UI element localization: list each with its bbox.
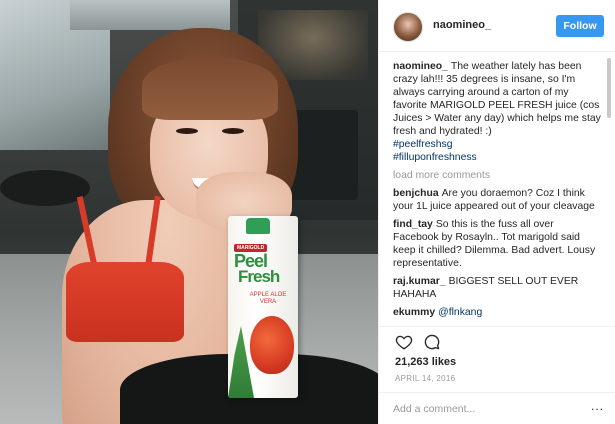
comment-item: benjchua Are you doraemon? Coz I think yo… (393, 187, 601, 213)
caption-username[interactable]: naomineo_ (393, 61, 448, 72)
heart-icon[interactable] (395, 333, 413, 351)
post-date: APRIL 14, 2016 (395, 374, 456, 383)
carton-cap (246, 218, 270, 234)
comment-item: raj.kumar_ BIGGEST SELL OUT EVER HAHAHA (393, 275, 601, 301)
apple-graphic (250, 316, 294, 374)
add-comment-bar: ... (379, 392, 615, 424)
hashtag-link[interactable]: #peelfreshsg (393, 138, 601, 151)
more-icon[interactable]: ... (591, 400, 605, 412)
follow-button[interactable]: Follow (556, 15, 604, 37)
post-sidebar: naomineo_ Follow naomineo_ The weather la… (378, 0, 615, 424)
background-window-top (70, 0, 230, 30)
comment-icon[interactable] (423, 333, 441, 351)
post-header: naomineo_ Follow (379, 0, 615, 52)
person-fringe (142, 58, 278, 120)
add-comment-input[interactable] (393, 401, 573, 417)
hashtag-link[interactable]: #fillupon​freshness (393, 151, 601, 164)
load-more-comments-link[interactable]: load more comments (393, 169, 601, 182)
comments-list[interactable]: naomineo_ The weather lately has been cra… (393, 60, 601, 326)
post-photo[interactable]: MARIGOLD Peel Fresh APPLE ALOE VERA (0, 0, 378, 424)
person-red-top (66, 262, 184, 342)
comment-mention[interactable]: @flnkang (438, 307, 482, 318)
juice-carton: MARIGOLD Peel Fresh APPLE ALOE VERA (228, 216, 298, 398)
comment-item: find_tay So this is the fuss all over Fac… (393, 218, 601, 270)
person-eye (222, 128, 244, 134)
comment-username[interactable]: find_tay (393, 219, 433, 230)
comment-username[interactable]: ekummy (393, 307, 435, 318)
comment-username[interactable]: benjchua (393, 188, 439, 199)
comment-item: ekummy @flnkang (393, 306, 601, 319)
action-bar (379, 326, 615, 356)
carton-flavor: APPLE ALOE VERA (249, 292, 287, 305)
header-username[interactable]: naomineo_ (433, 19, 491, 31)
caption-text: The weather lately has been crazy lah!!!… (393, 61, 601, 137)
carton-logo-line2: Fresh (238, 267, 280, 286)
likes-count[interactable]: 21,263 likes (395, 356, 456, 368)
comment-username[interactable]: raj.kumar_ (393, 276, 446, 287)
person-eye (176, 128, 198, 134)
avatar[interactable] (393, 12, 423, 42)
comments-scrollbar[interactable] (607, 58, 611, 118)
caption: naomineo_ The weather lately has been cra… (393, 60, 601, 164)
